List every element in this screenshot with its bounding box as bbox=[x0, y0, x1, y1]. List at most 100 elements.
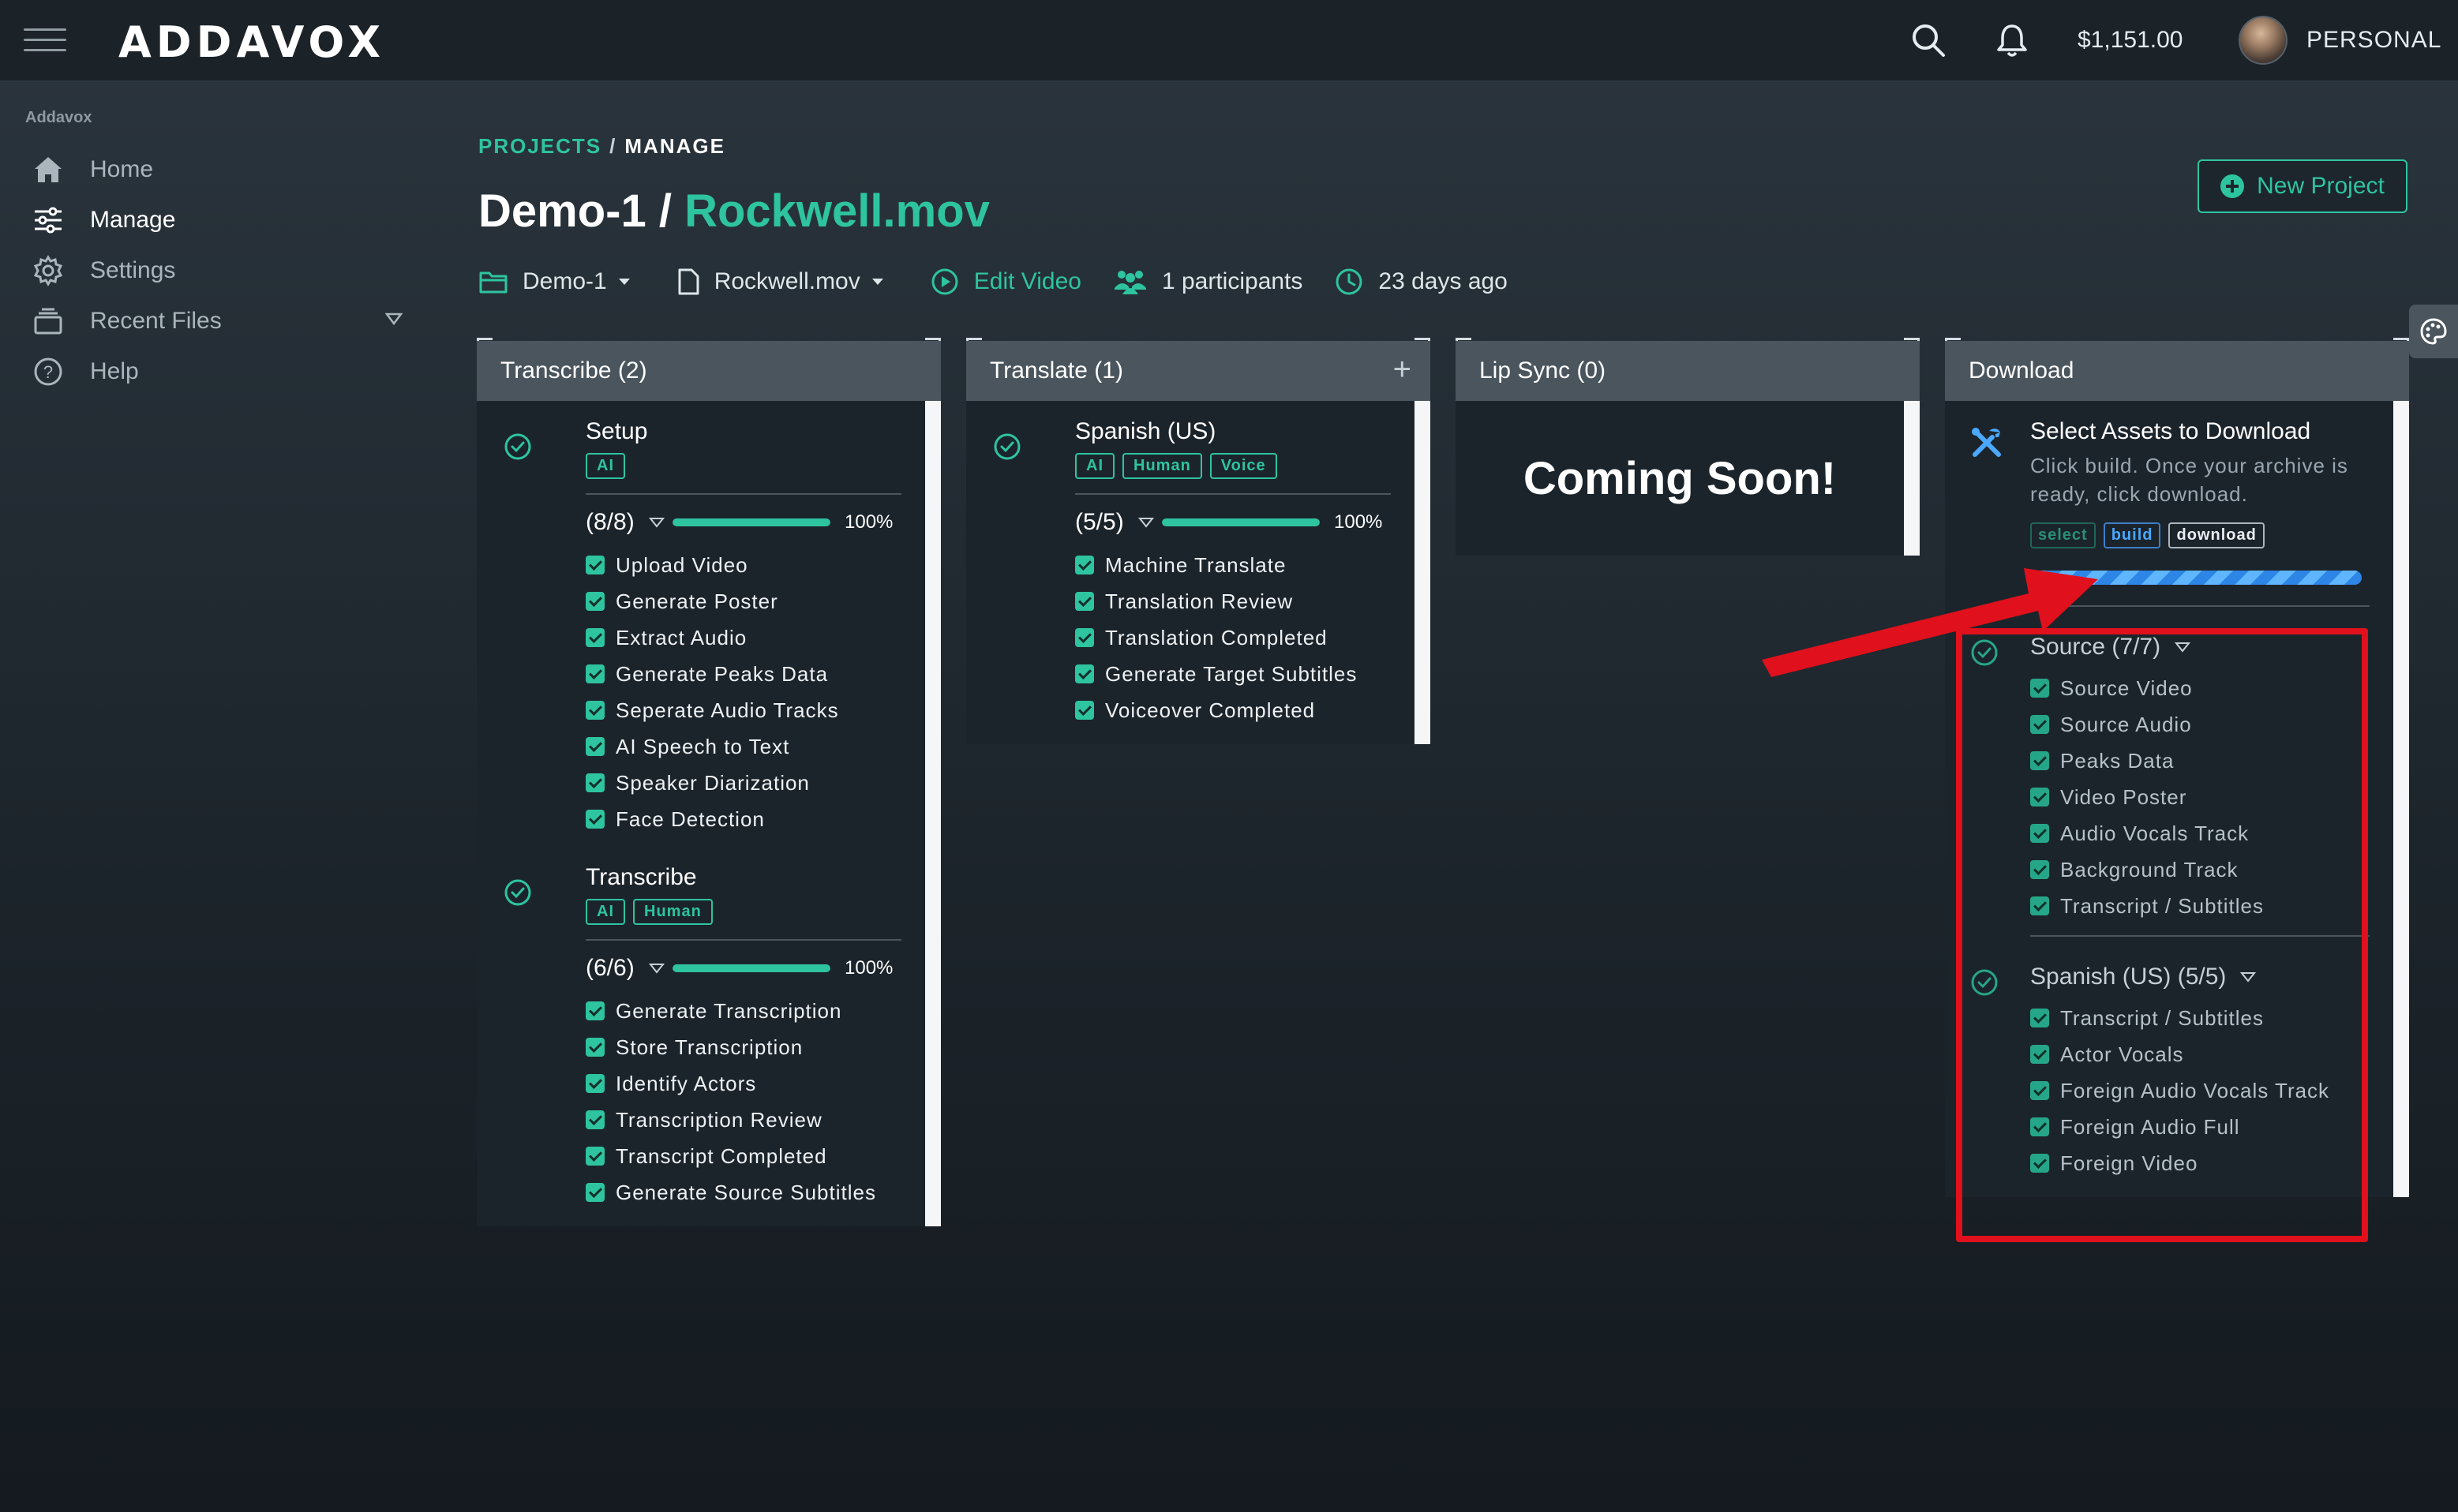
build-progress-bar bbox=[2030, 571, 2362, 585]
chevron-down-icon bbox=[2175, 642, 2191, 653]
checklist-item: Identify Actors bbox=[586, 1065, 901, 1102]
checkbox[interactable] bbox=[1075, 664, 1094, 683]
checklist-item-label: Transcript / Subtitles bbox=[2060, 1005, 2265, 1030]
stack-icon bbox=[32, 305, 65, 338]
task-card-transcribe: Transcribe AI Human (6/6) 100% Generate … bbox=[477, 837, 925, 1211]
checklist-item: Store Transcription bbox=[586, 1029, 901, 1065]
checklist-item-label: Source Video bbox=[2060, 676, 2193, 700]
checkbox[interactable] bbox=[586, 1074, 605, 1093]
add-translation-button[interactable]: + bbox=[1393, 352, 1411, 387]
task-progress: (8/8) 100% bbox=[586, 509, 901, 536]
collapse-toggle-icon[interactable] bbox=[649, 517, 665, 528]
participants-link[interactable]: 1 participants bbox=[1113, 268, 1302, 296]
check-circle-icon bbox=[504, 879, 531, 906]
checkbox[interactable] bbox=[2030, 896, 2049, 915]
task-tags: AI bbox=[586, 453, 901, 479]
play-circle-icon bbox=[931, 268, 958, 295]
checkbox[interactable] bbox=[2030, 1117, 2049, 1136]
download-button[interactable]: download bbox=[2168, 522, 2265, 548]
check-circle-icon bbox=[1971, 969, 1998, 996]
checklist-item: Transcription Review bbox=[586, 1102, 901, 1138]
checklist-item-label: Generate Source Subtitles bbox=[616, 1180, 876, 1204]
checkbox[interactable] bbox=[586, 628, 605, 647]
checklist-item: Source Audio bbox=[2030, 706, 2393, 743]
check-circle-icon bbox=[994, 433, 1021, 460]
checkbox[interactable] bbox=[2030, 751, 2049, 770]
checkbox[interactable] bbox=[586, 556, 605, 574]
checklist-item: Face Detection bbox=[586, 801, 901, 837]
task-card-spanish: Spanish (US) AI Human Voice (5/5) 100% M… bbox=[966, 401, 1414, 728]
checkbox[interactable] bbox=[2030, 1009, 2049, 1027]
checkbox[interactable] bbox=[586, 1147, 605, 1166]
page-title-file: Rockwell.mov bbox=[684, 185, 990, 237]
brand-logo[interactable]: ADDAVOX bbox=[118, 17, 385, 67]
collapse-toggle-icon[interactable] bbox=[1138, 517, 1154, 528]
checklist-item: Generate Source Subtitles bbox=[586, 1174, 901, 1211]
checkbox[interactable] bbox=[586, 737, 605, 756]
sidebar-item-home[interactable]: Home bbox=[32, 150, 403, 189]
task-tags: AI Human Voice bbox=[1075, 453, 1391, 479]
checkbox[interactable] bbox=[2030, 824, 2049, 843]
project-dropdown[interactable]: Demo-1 bbox=[478, 268, 645, 295]
download-description: Click build. Once your archive is ready,… bbox=[2030, 454, 2348, 506]
checkbox[interactable] bbox=[586, 810, 605, 829]
checklist-item: Source Video bbox=[2030, 670, 2393, 706]
checkbox[interactable] bbox=[2030, 1081, 2049, 1100]
chevron-down-icon[interactable] bbox=[384, 313, 403, 329]
plus-circle-icon bbox=[2220, 174, 2245, 198]
checklist-item: Foreign Video bbox=[2030, 1145, 2393, 1181]
edit-video-link[interactable]: Edit Video bbox=[930, 267, 1081, 297]
edit-video-label: Edit Video bbox=[973, 268, 1081, 294]
checkbox[interactable] bbox=[586, 1001, 605, 1020]
checkbox[interactable] bbox=[586, 664, 605, 683]
sidebar-item-label: Home bbox=[90, 156, 154, 182]
sidebar-item-recent-files[interactable]: Recent Files bbox=[32, 301, 403, 341]
hamburger-icon[interactable] bbox=[24, 28, 66, 54]
palette-icon[interactable] bbox=[2409, 305, 2458, 358]
progress-bar bbox=[673, 518, 830, 526]
search-icon[interactable] bbox=[1909, 21, 1948, 60]
spanish-section-toggle[interactable]: Spanish (US) (5/5) bbox=[2030, 964, 2393, 990]
sidebar-item-help[interactable]: ? Help bbox=[32, 352, 403, 391]
breadcrumb-separator: / bbox=[609, 134, 617, 158]
checkbox[interactable] bbox=[586, 1183, 605, 1202]
checkbox[interactable] bbox=[2030, 715, 2049, 734]
sidebar-item-manage[interactable]: Manage bbox=[32, 200, 403, 240]
task-checklist: Machine Translate Translation Review Trans… bbox=[1075, 547, 1391, 728]
checkbox[interactable] bbox=[2030, 860, 2049, 879]
checklist-item-label: Upload Video bbox=[616, 552, 748, 577]
checkbox[interactable] bbox=[586, 1038, 605, 1057]
avatar[interactable] bbox=[2239, 16, 2288, 65]
checklist-item: Generate Peaks Data bbox=[586, 656, 901, 692]
checkbox[interactable] bbox=[1075, 556, 1094, 574]
download-column-header: Download bbox=[1945, 341, 2409, 401]
chevron-down-icon bbox=[2240, 972, 2257, 982]
checkbox[interactable] bbox=[1075, 628, 1094, 647]
checkbox[interactable] bbox=[1075, 701, 1094, 720]
collapse-toggle-icon[interactable] bbox=[649, 963, 665, 974]
checkbox[interactable] bbox=[2030, 679, 2049, 698]
file-dropdown[interactable]: Rockwell.mov bbox=[676, 268, 898, 296]
sidebar-item-settings[interactable]: Settings bbox=[32, 251, 403, 290]
checkbox[interactable] bbox=[586, 592, 605, 611]
bell-icon[interactable] bbox=[1992, 21, 2032, 60]
build-button[interactable]: build bbox=[2103, 522, 2161, 548]
checkbox[interactable] bbox=[2030, 1045, 2049, 1064]
account-label[interactable]: PERSONAL bbox=[2306, 27, 2441, 54]
breadcrumb-projects[interactable]: PROJECTS bbox=[478, 134, 601, 158]
checkbox[interactable] bbox=[586, 773, 605, 792]
checklist-item-label: Foreign Audio Full bbox=[2060, 1114, 2240, 1139]
checkbox[interactable] bbox=[1075, 592, 1094, 611]
lipsync-column-title: Lip Sync (0) bbox=[1479, 357, 1606, 384]
checkbox[interactable] bbox=[2030, 788, 2049, 807]
file-icon bbox=[678, 268, 699, 295]
transcribe-column: Transcribe (2) Setup AI (8/8) 100% Uploa… bbox=[477, 338, 941, 1226]
checkbox[interactable] bbox=[2030, 1154, 2049, 1173]
select-button[interactable]: select bbox=[2030, 522, 2096, 548]
source-section-toggle[interactable]: Source (7/7) bbox=[2030, 634, 2393, 661]
tools-icon bbox=[1972, 428, 2001, 457]
checkbox[interactable] bbox=[586, 1110, 605, 1129]
checklist-item: AI Speech to Text bbox=[586, 728, 901, 765]
checkbox[interactable] bbox=[586, 701, 605, 720]
new-project-button[interactable]: New Project bbox=[2198, 159, 2407, 213]
